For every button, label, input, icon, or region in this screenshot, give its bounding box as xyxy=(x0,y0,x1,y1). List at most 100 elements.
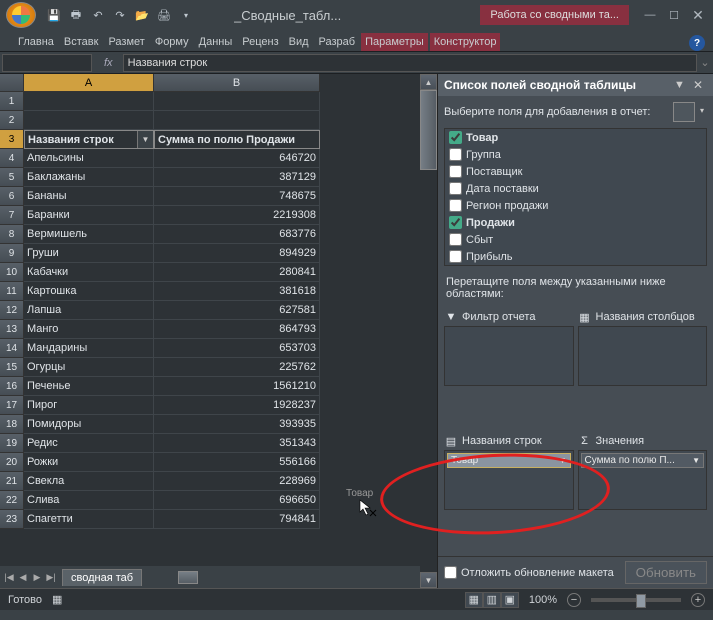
row-header[interactable]: 21 xyxy=(0,472,24,491)
sheet-nav-last-icon[interactable]: ▶| xyxy=(44,569,58,585)
cell[interactable]: Рожки xyxy=(24,453,154,472)
cell[interactable]: Слива xyxy=(24,491,154,510)
defer-update-checkbox[interactable]: Отложить обновление макета xyxy=(444,566,619,579)
row-header[interactable]: 7 xyxy=(0,206,24,225)
view-normal-icon[interactable]: ▦ xyxy=(465,592,483,608)
open-icon[interactable]: 📂 xyxy=(134,7,150,23)
row-header[interactable]: 9 xyxy=(0,244,24,263)
zoom-out-button[interactable]: − xyxy=(567,593,581,607)
cell[interactable]: Лапша xyxy=(24,301,154,320)
row-header[interactable]: 8 xyxy=(0,225,24,244)
sheet-nav-next-icon[interactable]: ▶ xyxy=(30,569,44,585)
cell[interactable]: 228969 xyxy=(154,472,320,491)
cell[interactable]: 646720 xyxy=(154,149,320,168)
field-checkbox[interactable] xyxy=(449,148,462,161)
save-icon[interactable]: 💾 xyxy=(46,7,62,23)
field-item[interactable]: Сбыт xyxy=(445,231,706,248)
zone-value-item[interactable]: Сумма по полю П...▼ xyxy=(581,453,705,468)
sheet-nav-prev-icon[interactable]: ◀ xyxy=(16,569,30,585)
cell[interactable]: 683776 xyxy=(154,225,320,244)
rows-drop-zone[interactable]: Товар▼ xyxy=(444,450,574,510)
field-item[interactable]: Поставщик xyxy=(445,163,706,180)
row-header[interactable]: 17 xyxy=(0,396,24,415)
scrollbar-thumb[interactable] xyxy=(178,571,198,584)
view-pagebreak-icon[interactable]: ▣ xyxy=(501,592,519,608)
cell[interactable]: 381618 xyxy=(154,282,320,301)
chevron-down-icon[interactable]: ▼ xyxy=(559,456,567,465)
row-header[interactable]: 3 xyxy=(0,130,24,149)
cell[interactable]: Апельсины xyxy=(24,149,154,168)
field-checkbox[interactable] xyxy=(449,165,462,178)
tab-developer[interactable]: Разраб xyxy=(315,33,360,51)
field-checkbox[interactable] xyxy=(449,250,462,263)
row-header[interactable]: 16 xyxy=(0,377,24,396)
cell[interactable]: Баклажаны xyxy=(24,168,154,187)
cell[interactable]: Мандарины xyxy=(24,339,154,358)
horizontal-scrollbar[interactable] xyxy=(148,571,420,584)
field-item[interactable]: Группа xyxy=(445,146,706,163)
pivot-values-header[interactable]: Сумма по полю Продажи xyxy=(154,130,320,149)
cell[interactable]: 748675 xyxy=(154,187,320,206)
cell[interactable]: Свекла xyxy=(24,472,154,491)
cell[interactable]: 387129 xyxy=(154,168,320,187)
row-header[interactable]: 10 xyxy=(0,263,24,282)
name-box[interactable] xyxy=(2,54,92,72)
row-header[interactable]: 11 xyxy=(0,282,24,301)
field-checkbox[interactable] xyxy=(449,199,462,212)
layout-options-button[interactable] xyxy=(673,102,695,122)
maximize-button[interactable]: ☐ xyxy=(665,6,683,24)
formula-input[interactable] xyxy=(123,54,697,72)
cell[interactable]: Картошка xyxy=(24,282,154,301)
cell[interactable]: 627581 xyxy=(154,301,320,320)
cell[interactable]: 393935 xyxy=(154,415,320,434)
expand-formula-icon[interactable]: ⌄ xyxy=(697,56,713,69)
cell[interactable]: Редис xyxy=(24,434,154,453)
row-header[interactable]: 22 xyxy=(0,491,24,510)
scroll-down-icon[interactable]: ▼ xyxy=(420,572,437,588)
fx-button[interactable]: fx xyxy=(94,57,123,69)
field-item[interactable]: Дата поставки xyxy=(445,180,706,197)
field-item[interactable]: Товар xyxy=(445,129,706,146)
print-icon[interactable]: 🖨 xyxy=(156,7,172,23)
row-header[interactable]: 1 xyxy=(0,92,24,111)
cell[interactable]: Кабачки xyxy=(24,263,154,282)
cell[interactable]: 1928237 xyxy=(154,396,320,415)
view-layout-icon[interactable]: ▥ xyxy=(483,592,501,608)
cell[interactable]: 794841 xyxy=(154,510,320,529)
filter-drop-zone[interactable] xyxy=(444,326,574,386)
cell[interactable]: Груши xyxy=(24,244,154,263)
qat-more-icon[interactable]: ▾ xyxy=(178,7,194,23)
cell[interactable]: 556166 xyxy=(154,453,320,472)
tab-view[interactable]: Вид xyxy=(285,33,313,51)
field-item[interactable]: Регион продажи xyxy=(445,197,706,214)
field-checkbox[interactable] xyxy=(449,182,462,195)
cell[interactable]: 864793 xyxy=(154,320,320,339)
cell[interactable]: 280841 xyxy=(154,263,320,282)
cell[interactable]: 696650 xyxy=(154,491,320,510)
tab-data[interactable]: Данны xyxy=(195,33,237,51)
cell[interactable] xyxy=(24,111,154,130)
row-header[interactable]: 19 xyxy=(0,434,24,453)
help-icon[interactable]: ? xyxy=(689,35,705,51)
cell[interactable] xyxy=(24,92,154,111)
cell[interactable]: 894929 xyxy=(154,244,320,263)
row-header[interactable]: 20 xyxy=(0,453,24,472)
scrollbar-thumb[interactable] xyxy=(420,90,437,170)
row-header[interactable]: 4 xyxy=(0,149,24,168)
pivot-rowlabel-header[interactable]: Названия строк ▼ xyxy=(24,130,154,149)
cell[interactable]: Пирог xyxy=(24,396,154,415)
row-header[interactable]: 2 xyxy=(0,111,24,130)
row-header[interactable]: 13 xyxy=(0,320,24,339)
chevron-down-icon[interactable]: ▼ xyxy=(692,456,700,465)
field-item[interactable]: Продажи xyxy=(445,214,706,231)
cell[interactable]: Спагетти xyxy=(24,510,154,529)
undo-icon[interactable]: ↶ xyxy=(90,7,106,23)
cell[interactable]: 225762 xyxy=(154,358,320,377)
row-header[interactable]: 18 xyxy=(0,415,24,434)
sheet-tab[interactable]: сводная таб xyxy=(62,569,142,586)
cell[interactable]: Манго xyxy=(24,320,154,339)
vertical-scrollbar[interactable] xyxy=(420,90,437,572)
tab-options[interactable]: Параметры xyxy=(361,33,428,51)
columns-drop-zone[interactable] xyxy=(578,326,708,386)
filter-dropdown-icon[interactable]: ▼ xyxy=(137,131,153,148)
